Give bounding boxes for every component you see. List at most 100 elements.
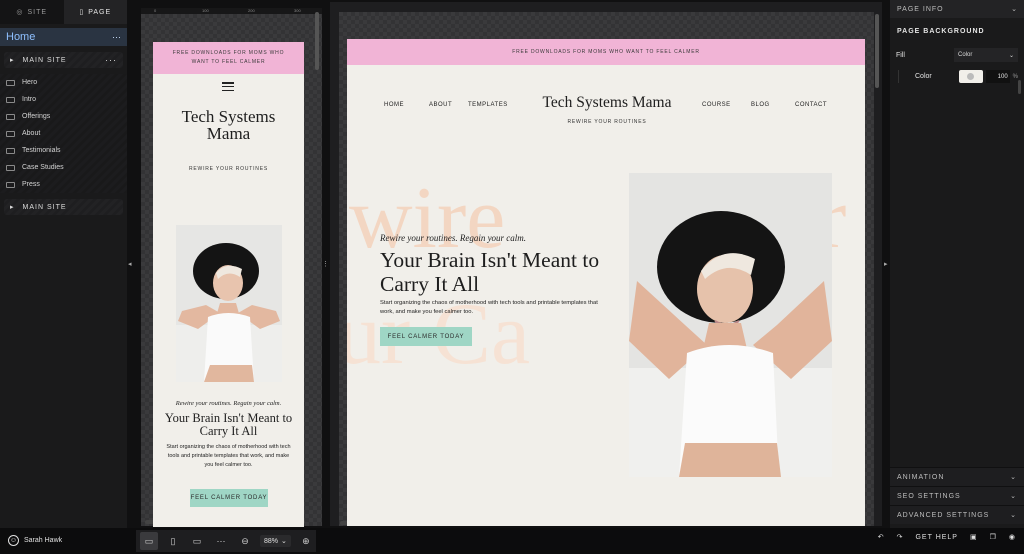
list-item[interactable]: Testimonials bbox=[0, 142, 127, 159]
desktop-page: FREE DOWNLOADS FOR MOMS WHO WANT TO FEEL… bbox=[347, 39, 865, 526]
list-item-label: About bbox=[22, 130, 41, 137]
hamburger-menu-icon[interactable] bbox=[222, 82, 234, 91]
right-panel: PAGE INFO ⌄ PAGE BACKGROUND Fill Color ⌄… bbox=[890, 0, 1024, 528]
accordion-animation[interactable]: ANIMATION ⌄ bbox=[890, 467, 1024, 486]
accordion-label: ADVANCED SETTINGS bbox=[897, 511, 990, 519]
view-toolbar: ▭ ▯ ▭ ⋯ ⊖ 88% ⌄ ⊕ bbox=[136, 530, 316, 552]
chevron-down-icon: ⌄ bbox=[1010, 512, 1017, 519]
collapse-right-icon[interactable]: ▸ bbox=[884, 260, 888, 268]
section-group-main-site-2[interactable]: ▸ MAIN SITE bbox=[4, 199, 123, 215]
cta-button[interactable]: FEEL CALMER TODAY bbox=[190, 489, 268, 507]
list-item-label: Press bbox=[22, 181, 40, 188]
chevron-down-icon: ⌄ bbox=[1010, 474, 1017, 481]
chevron-down-icon: ⌄ bbox=[1011, 6, 1018, 13]
ruler-tick: 300 bbox=[294, 8, 301, 13]
section-icon bbox=[6, 147, 15, 154]
chevron-down-icon: ⌄ bbox=[281, 538, 287, 545]
desktop-view-icon[interactable]: ▭ bbox=[188, 532, 206, 550]
nav-blog[interactable]: BLOG bbox=[751, 102, 770, 108]
opacity-input[interactable]: 100 bbox=[985, 70, 1010, 83]
list-item[interactable]: Hero bbox=[0, 74, 127, 91]
zoom-select[interactable]: 88% ⌄ bbox=[260, 535, 291, 547]
accordion-advanced-settings[interactable]: ADVANCED SETTINGS ⌄ bbox=[890, 505, 1024, 524]
redo-icon[interactable]: ↷ bbox=[897, 533, 904, 541]
desktop-mobile-view-icon[interactable]: ▭ bbox=[140, 532, 158, 550]
hero-photo-image bbox=[629, 173, 832, 477]
list-item[interactable]: Intro bbox=[0, 91, 127, 108]
chat-icon[interactable]: ◉ bbox=[1009, 533, 1016, 541]
caret-right-icon[interactable]: ▸ bbox=[10, 56, 15, 64]
pages-icon[interactable]: ❐ bbox=[990, 533, 997, 541]
list-item[interactable]: Offerings bbox=[0, 108, 127, 125]
group-label: MAIN SITE bbox=[22, 56, 67, 64]
left-sidebar: ◎ SITE ▯ PAGE Home ··· ▸ MAIN SITE ··· H… bbox=[0, 0, 127, 528]
section-icon bbox=[6, 79, 15, 86]
color-row: Color 100 % bbox=[898, 70, 1024, 83]
collapse-left-icon[interactable]: ◂ bbox=[128, 260, 132, 268]
site-logo[interactable]: Tech Systems Mama bbox=[173, 108, 284, 142]
hero-headline: Your Brain Isn't Meant to Carry It All bbox=[380, 248, 600, 296]
mobile-view-icon[interactable]: ▯ bbox=[164, 532, 182, 550]
undo-icon[interactable]: ↶ bbox=[878, 533, 885, 541]
section-icon bbox=[6, 181, 15, 188]
zoom-in-icon[interactable]: ⊕ bbox=[297, 532, 315, 550]
announcement-banner[interactable]: FREE DOWNLOADS FOR MOMS WHO WANT TO FEEL… bbox=[153, 42, 304, 74]
mobile-scrollbar[interactable] bbox=[315, 12, 319, 70]
zoom-value: 88% bbox=[264, 537, 279, 545]
list-item-label: Offerings bbox=[22, 113, 51, 120]
mobile-preview-frame: 0 100 200 300 FREE DOWNLOADS FOR MOMS WH… bbox=[141, 8, 322, 527]
nav-contact[interactable]: CONTACT bbox=[795, 102, 827, 108]
site-logo[interactable]: Tech Systems Mama bbox=[517, 94, 697, 112]
tab-site-label: SITE bbox=[27, 8, 48, 16]
nav-about[interactable]: ABOUT bbox=[429, 102, 452, 108]
hero-kicker: Rewire your routines. Regain your calm. bbox=[175, 400, 282, 407]
tab-page-label: PAGE bbox=[88, 8, 112, 16]
zoom-out-icon[interactable]: ⊖ bbox=[236, 532, 254, 550]
list-item[interactable]: About bbox=[0, 125, 127, 142]
section-group-main-site[interactable]: ▸ MAIN SITE ··· bbox=[4, 52, 123, 68]
get-help-button[interactable]: GET HELP bbox=[915, 534, 958, 541]
chevron-down-icon: ⌄ bbox=[1008, 52, 1014, 59]
apps-icon[interactable]: ▣ bbox=[970, 533, 978, 541]
page-info-label: PAGE INFO bbox=[897, 5, 944, 13]
caret-right-icon[interactable]: ▸ bbox=[10, 203, 15, 211]
desktop-preview-frame: FREE DOWNLOADS FOR MOMS WHO WANT TO FEEL… bbox=[330, 2, 882, 526]
fill-value: Color bbox=[958, 52, 973, 58]
color-swatch[interactable] bbox=[958, 70, 983, 83]
list-item-label: Testimonials bbox=[22, 147, 61, 154]
page-icon: ▯ bbox=[79, 9, 85, 16]
list-item[interactable]: Case Studies bbox=[0, 159, 127, 176]
fill-select[interactable]: Color ⌄ bbox=[954, 48, 1018, 62]
list-item-label: Case Studies bbox=[22, 164, 64, 171]
globe-icon: ◎ bbox=[16, 9, 24, 16]
accordion-label: ANIMATION bbox=[897, 473, 945, 481]
bg-script-text: wire bbox=[349, 170, 506, 267]
group-label: MAIN SITE bbox=[22, 203, 67, 211]
tab-page[interactable]: ▯ PAGE bbox=[63, 0, 127, 24]
panel-scrollbar[interactable] bbox=[1018, 80, 1021, 94]
hero-body: Start organizing the chaos of motherhood… bbox=[166, 444, 291, 468]
accordion-seo-settings[interactable]: SEO SETTINGS ⌄ bbox=[890, 486, 1024, 505]
nav-home[interactable]: HOME bbox=[384, 102, 404, 108]
nav-course[interactable]: COURSE bbox=[702, 102, 731, 108]
page-home[interactable]: Home ··· bbox=[0, 28, 127, 46]
page-home-label: Home bbox=[6, 31, 36, 43]
nav-templates[interactable]: TEMPLATES bbox=[468, 102, 508, 108]
desktop-scrollbar[interactable] bbox=[875, 14, 879, 88]
ruler-tick: 200 bbox=[248, 8, 255, 13]
settings-accordions: ANIMATION ⌄ SEO SETTINGS ⌄ ADVANCED SETT… bbox=[890, 467, 1024, 524]
announcement-banner[interactable]: FREE DOWNLOADS FOR MOMS WHO WANT TO FEEL… bbox=[347, 39, 865, 65]
list-item[interactable]: Press bbox=[0, 176, 127, 193]
page-info-header[interactable]: PAGE INFO ⌄ bbox=[890, 0, 1024, 18]
cta-button[interactable]: FEEL CALMER TODAY bbox=[380, 327, 472, 346]
hero-photo bbox=[176, 225, 282, 382]
user-menu[interactable]: ☺ Sarah Hawk bbox=[8, 535, 62, 546]
user-name: Sarah Hawk bbox=[24, 537, 63, 544]
grid-icon[interactable]: ⋯ bbox=[212, 532, 230, 550]
accordion-label: SEO SETTINGS bbox=[897, 492, 961, 500]
mobile-page: FREE DOWNLOADS FOR MOMS WHO WANT TO FEEL… bbox=[153, 42, 304, 527]
more-icon[interactable]: ··· bbox=[105, 55, 117, 65]
tab-site[interactable]: ◎ SITE bbox=[0, 0, 64, 24]
more-icon[interactable]: ··· bbox=[112, 32, 121, 42]
eyedropper-icon bbox=[967, 73, 975, 80]
